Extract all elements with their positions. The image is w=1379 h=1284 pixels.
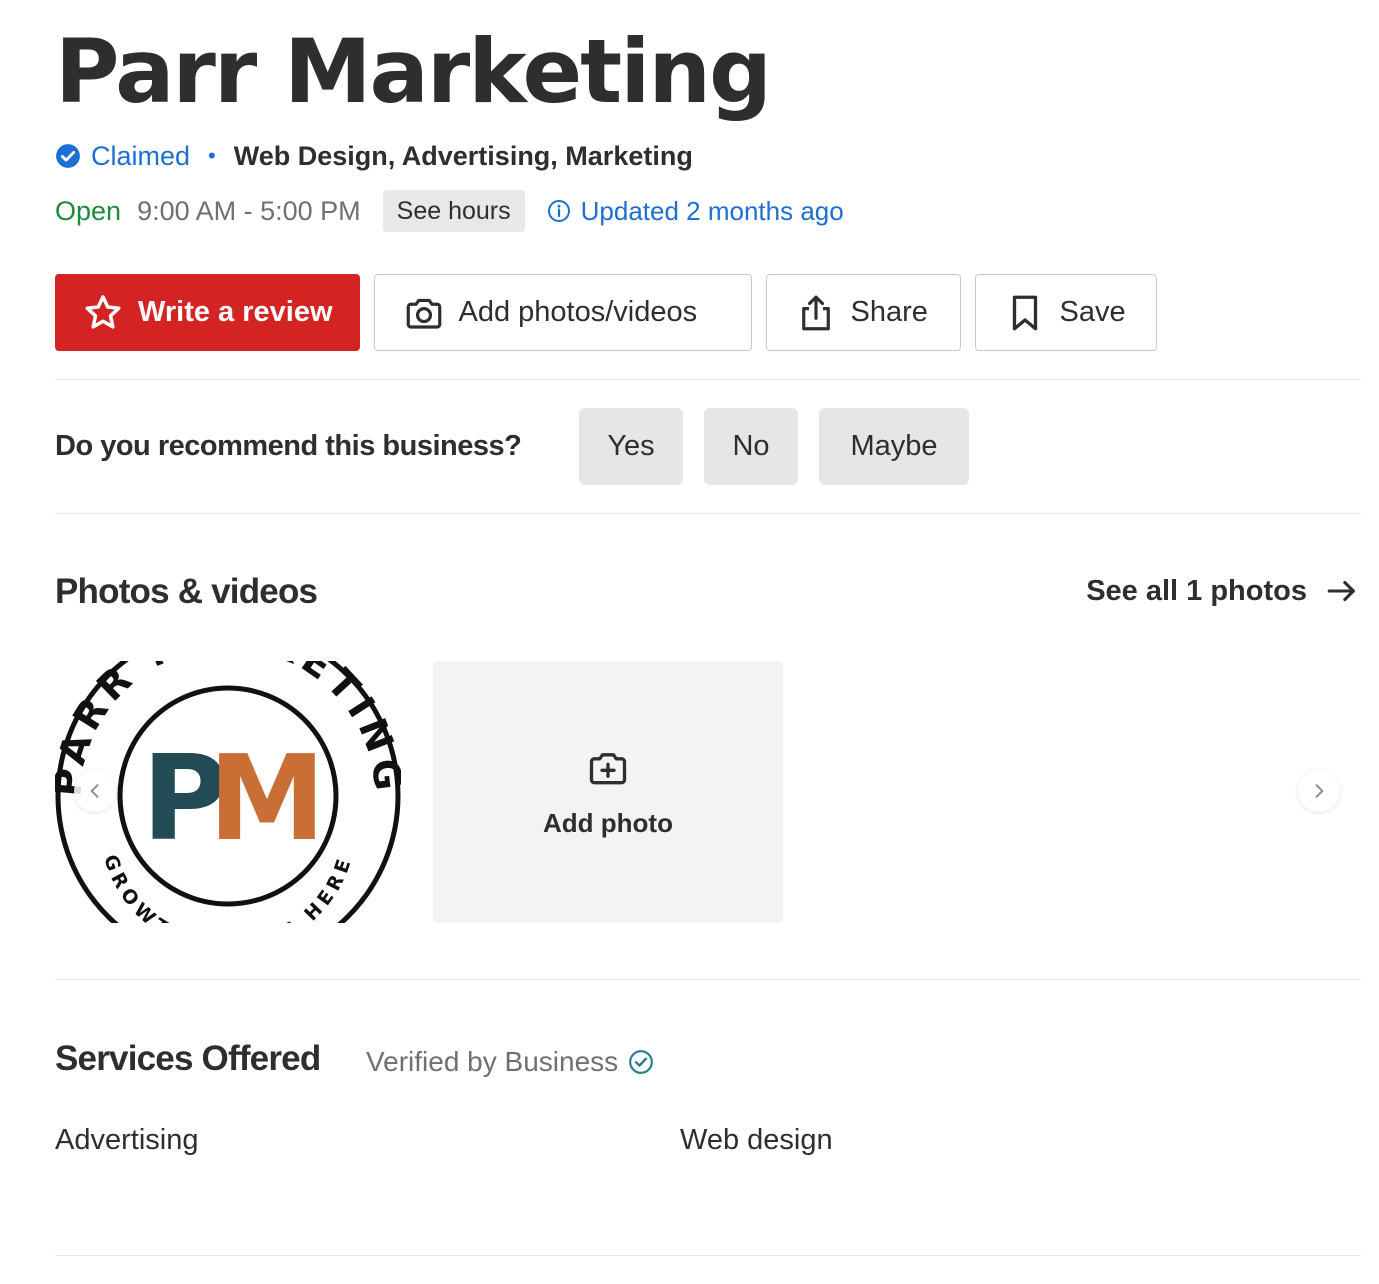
recommend-prompt: Do you recommend this business? Yes No M… bbox=[55, 408, 990, 485]
add-photos-label: Add photos/videos bbox=[458, 296, 698, 328]
save-label: Save bbox=[1059, 296, 1126, 328]
hours-row: Open 9:00 AM - 5:00 PM See hours Updated… bbox=[55, 190, 844, 232]
see-all-photos-label: See all 1 photos bbox=[1086, 574, 1307, 607]
recommend-no-button[interactable]: No bbox=[704, 408, 798, 485]
divider bbox=[55, 979, 1361, 980]
divider bbox=[55, 379, 1361, 380]
write-review-button[interactable]: Write a review bbox=[55, 274, 360, 351]
divider bbox=[55, 1255, 1361, 1256]
see-all-photos-link[interactable]: See all 1 photos bbox=[1086, 574, 1359, 608]
add-photo-icon bbox=[589, 752, 627, 784]
verified-check-icon bbox=[629, 1050, 654, 1074]
action-bar: Write a review Add photos/videos Share S… bbox=[55, 274, 1157, 351]
carousel-next-button[interactable] bbox=[1298, 770, 1340, 812]
share-label: Share bbox=[850, 296, 928, 328]
recommend-yes-button[interactable]: Yes bbox=[579, 408, 683, 485]
logo-letter-m: M bbox=[208, 729, 325, 867]
updated-info[interactable]: Updated 2 months ago bbox=[547, 196, 844, 227]
services-section-title: Services Offered bbox=[55, 1039, 321, 1078]
bookmark-icon bbox=[1012, 295, 1037, 330]
service-item: Web design bbox=[680, 1124, 833, 1156]
verified-label: Verified by Business bbox=[366, 1046, 619, 1077]
share-icon bbox=[801, 295, 830, 330]
verified-check-icon bbox=[56, 144, 80, 168]
divider bbox=[55, 513, 1361, 514]
open-status: Open bbox=[55, 195, 122, 226]
meta-separator: • bbox=[208, 143, 216, 168]
save-button[interactable]: Save bbox=[974, 274, 1157, 351]
business-categories[interactable]: Web Design, Advertising, Marketing bbox=[234, 141, 693, 172]
verified-by-business: Verified by Business bbox=[366, 1046, 654, 1078]
service-item: Advertising bbox=[55, 1124, 199, 1156]
write-review-label: Write a review bbox=[138, 296, 333, 328]
claimed-badge[interactable]: Claimed bbox=[55, 141, 190, 172]
business-name: Parr Marketing bbox=[55, 20, 772, 123]
claimed-label: Claimed bbox=[91, 140, 191, 171]
see-hours-button[interactable]: See hours bbox=[382, 190, 525, 232]
recommend-question: Do you recommend this business? bbox=[55, 430, 522, 462]
add-photos-button[interactable]: Add photos/videos bbox=[373, 274, 752, 351]
chevron-left-icon bbox=[90, 784, 99, 798]
share-button[interactable]: Share bbox=[765, 274, 961, 351]
info-icon bbox=[547, 200, 570, 222]
updated-label: Updated 2 months ago bbox=[580, 195, 844, 226]
star-icon bbox=[85, 294, 121, 329]
chevron-right-icon bbox=[1315, 784, 1324, 798]
carousel-prev-button[interactable] bbox=[74, 770, 116, 812]
add-photo-label: Add photo bbox=[543, 807, 673, 838]
recommend-maybe-button[interactable]: Maybe bbox=[819, 408, 969, 485]
arrow-right-icon bbox=[1327, 580, 1355, 602]
business-hours: 9:00 AM - 5:00 PM bbox=[137, 195, 361, 226]
business-meta: Claimed • Web Design, Advertising, Marke… bbox=[55, 138, 693, 174]
camera-icon bbox=[406, 298, 441, 329]
photos-section-title: Photos & videos bbox=[55, 572, 318, 611]
add-photo-tile[interactable]: Add photo bbox=[433, 661, 783, 923]
